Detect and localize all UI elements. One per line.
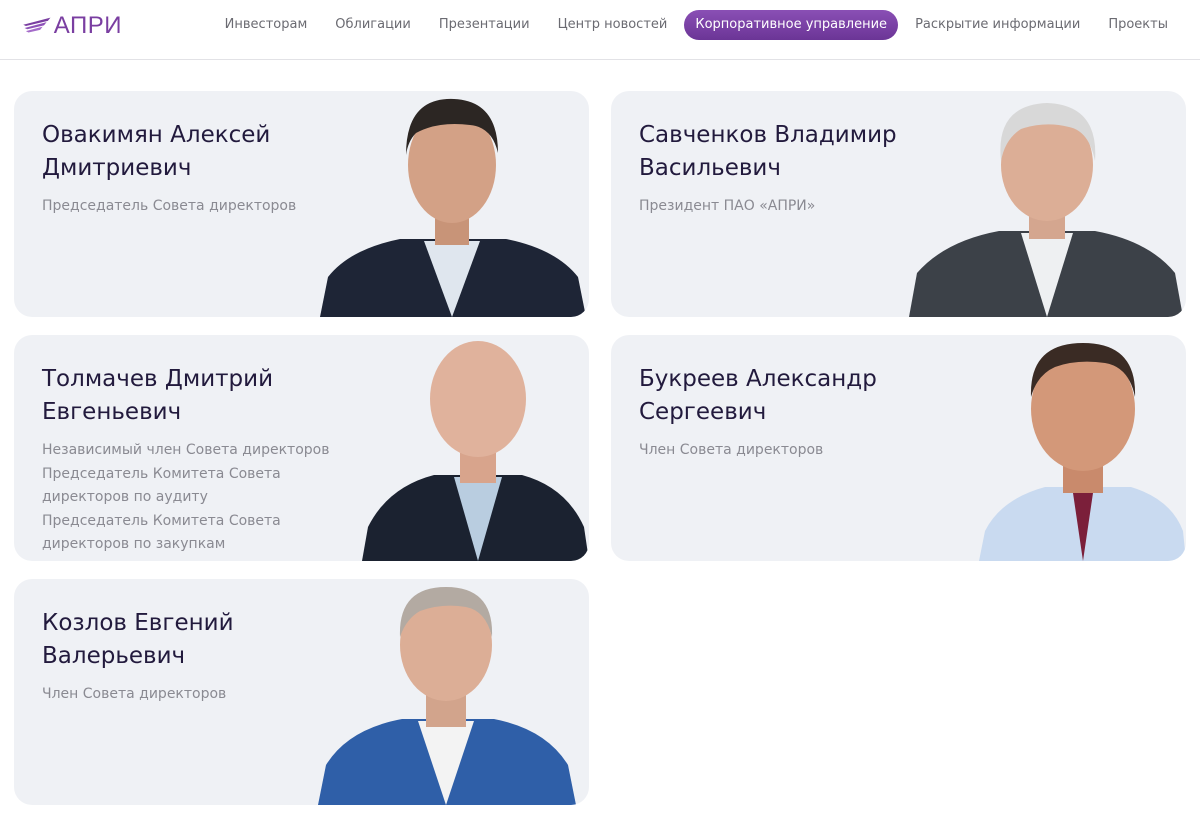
director-portrait: [318, 579, 576, 805]
apri-logo[interactable]: АПРИ: [22, 11, 122, 41]
director-role: Президент ПАО «АПРИ»: [639, 198, 816, 214]
director-roles: Председатель Совета директоров: [42, 195, 332, 219]
director-roles: Независимый член Совета директоров Предс…: [42, 439, 332, 557]
person-portrait-icon: [909, 103, 1183, 317]
person-portrait-icon: [362, 341, 589, 561]
director-card[interactable]: Толмачев Дмитрий Евгеньевич Независимый …: [14, 335, 589, 561]
director-card[interactable]: Овакимян Алексей Дмитриевич Председатель…: [14, 91, 589, 317]
nav-item-investors[interactable]: Инвесторам: [214, 10, 319, 40]
person-portrait-icon: [318, 587, 576, 805]
main-nav: Инвесторам Облигации Презентации Центр н…: [211, 10, 1182, 40]
director-portrait: [362, 335, 589, 561]
director-role: Председатель Совета директоров: [42, 198, 297, 214]
director-portrait: [979, 335, 1186, 561]
director-card[interactable]: Козлов Евгений Валерьевич Член Совета ди…: [14, 579, 589, 805]
site-header: АПРИ Инвесторам Облигации Презентации Це…: [0, 0, 1200, 60]
director-name: Овакимян Алексей Дмитриевич: [42, 122, 271, 181]
director-role: Член Совета директоров: [42, 686, 227, 702]
director-roles: Президент ПАО «АПРИ»: [639, 195, 929, 219]
director-name: Букреев Александр Сергеевич: [639, 366, 877, 425]
director-role: Независимый член Совета директоров: [42, 442, 330, 458]
logo-text: АПРИ: [53, 12, 122, 39]
director-card[interactable]: Савченков Владимир Васильевич Президент …: [611, 91, 1186, 317]
director-role: Председатель Комитета Совета директоров …: [42, 465, 281, 506]
director-portrait: [909, 91, 1183, 317]
director-name: Козлов Евгений Валерьевич: [42, 610, 234, 669]
director-role: Член Совета директоров: [639, 442, 824, 458]
director-name: Савченков Владимир Васильевич: [639, 122, 897, 181]
director-roles: Член Совета директоров: [42, 683, 332, 707]
wing-logo-icon: [23, 17, 51, 33]
nav-item-news-center[interactable]: Центр новостей: [547, 10, 679, 40]
director-portrait: [320, 91, 586, 317]
director-card[interactable]: Букреев Александр Сергеевич Член Совета …: [611, 335, 1186, 561]
director-name: Толмачев Дмитрий Евгеньевич: [42, 366, 274, 425]
person-portrait-icon: [979, 343, 1186, 561]
nav-item-corporate-governance[interactable]: Корпоративное управление: [684, 10, 899, 40]
director-roles: Член Совета директоров: [639, 439, 929, 463]
director-role: Председатель Комитета Совета директоров …: [42, 512, 281, 553]
nav-item-bonds[interactable]: Облигации: [324, 10, 422, 40]
person-portrait-icon: [320, 98, 586, 317]
nav-item-presentations[interactable]: Презентации: [428, 10, 541, 40]
nav-item-disclosure[interactable]: Раскрытие информации: [904, 10, 1091, 40]
nav-item-projects[interactable]: Проекты: [1097, 10, 1179, 40]
